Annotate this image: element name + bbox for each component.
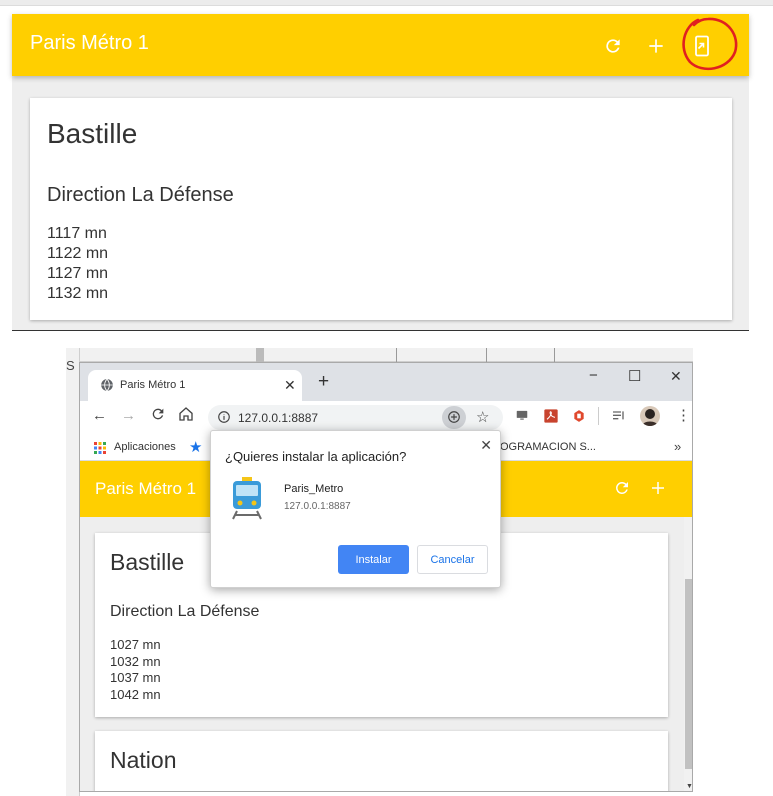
bookmark-apps[interactable]: Aplicaciones bbox=[114, 441, 176, 453]
dialog-question: ¿Quieres instalar la aplicación? bbox=[225, 449, 407, 464]
cancel-button[interactable]: Cancelar bbox=[417, 545, 488, 574]
install-app-button[interactable] bbox=[442, 406, 466, 429]
time-item: 1027 mn bbox=[110, 637, 161, 652]
background-window bbox=[66, 348, 693, 362]
tab-title: Paris Métro 1 bbox=[120, 379, 186, 391]
time-item: 1127 mn bbox=[47, 265, 109, 282]
url-text: 127.0.0.1:8887 bbox=[238, 411, 319, 425]
dialog-app-origin: 127.0.0.1:8887 bbox=[284, 501, 351, 512]
window-close-button[interactable]: ✕ bbox=[670, 368, 682, 385]
time-item: 1037 mn bbox=[110, 670, 161, 685]
extension-icon[interactable] bbox=[572, 408, 586, 429]
station-name: Bastille bbox=[47, 118, 138, 149]
minimize-button[interactable]: − bbox=[589, 367, 598, 384]
bookmark-star-icon[interactable]: ★ bbox=[189, 438, 202, 456]
scroll-down-arrow[interactable]: ▼ bbox=[686, 783, 692, 790]
install-dialog: ¿Quieres instalar la aplicación? ✕ Paris… bbox=[210, 430, 501, 588]
install-button[interactable]: Instalar bbox=[338, 545, 409, 574]
star-icon[interactable]: ☆ bbox=[476, 408, 489, 426]
background-text: S bbox=[66, 358, 75, 373]
browser-tab[interactable]: Paris Métro 1 ✕ bbox=[88, 370, 302, 401]
bookmarks-overflow[interactable]: » bbox=[674, 439, 681, 454]
bookmark-item[interactable]: OGRAMACION S... bbox=[500, 441, 596, 453]
direction-label: Direction La Défense bbox=[110, 603, 260, 620]
divider bbox=[12, 330, 749, 331]
times-list: 1117 mn 1122 mn 1127 mn 1132 mn bbox=[47, 224, 108, 304]
station-card: Nation bbox=[95, 731, 668, 791]
top-app: Paris Métro 1 Bastille Direction La Défe… bbox=[12, 14, 749, 330]
scrollbar-thumb[interactable] bbox=[685, 579, 692, 769]
browser-toolbar: ← → 127.0.0.1:8887 ☆ ⋮ bbox=[80, 401, 692, 433]
info-icon[interactable] bbox=[217, 410, 231, 429]
reload-icon[interactable] bbox=[150, 406, 166, 427]
time-item: 1122 mn bbox=[47, 245, 109, 262]
direction-label: Direction La Défense bbox=[47, 184, 234, 206]
time-item: 1132 mn bbox=[47, 285, 109, 302]
profile-avatar[interactable] bbox=[640, 406, 660, 426]
add-icon[interactable] bbox=[644, 34, 668, 58]
highlight-circle bbox=[682, 17, 738, 71]
app-title: Paris Métro 1 bbox=[95, 479, 197, 498]
forward-icon[interactable]: → bbox=[121, 407, 136, 424]
top-screenshot: Paris Métro 1 Bastille Direction La Défe… bbox=[0, 0, 773, 332]
refresh-icon[interactable] bbox=[601, 34, 625, 58]
train-icon bbox=[231, 477, 263, 526]
refresh-icon[interactable] bbox=[613, 479, 631, 502]
dialog-close-button[interactable]: ✕ bbox=[480, 437, 492, 454]
apps-grid-icon[interactable] bbox=[94, 441, 106, 459]
pdf-icon[interactable] bbox=[543, 408, 559, 429]
tab-close-icon[interactable]: ✕ bbox=[284, 377, 296, 394]
menu-icon[interactable]: ⋮ bbox=[676, 406, 691, 424]
maximize-button[interactable]: ☐ bbox=[628, 367, 641, 385]
scrollbar[interactable]: ▼ bbox=[684, 517, 692, 791]
back-icon[interactable]: ← bbox=[92, 407, 107, 424]
times-list: 1027 mn 1032 mn 1037 mn 1042 mn bbox=[110, 637, 161, 703]
station-name: Bastille bbox=[110, 549, 185, 575]
time-item: 1042 mn bbox=[110, 686, 161, 702]
background-window-edge bbox=[66, 348, 80, 796]
globe-icon bbox=[100, 378, 114, 397]
dialog-app-name: Paris_Metro bbox=[284, 483, 344, 495]
station-name: Nation bbox=[110, 747, 177, 773]
time-item: 1117 mn bbox=[47, 225, 107, 242]
new-tab-button[interactable]: + bbox=[318, 371, 329, 393]
home-icon[interactable] bbox=[178, 406, 194, 427]
add-icon[interactable] bbox=[649, 479, 667, 502]
address-bar[interactable]: 127.0.0.1:8887 ☆ bbox=[208, 405, 503, 430]
playlist-icon[interactable] bbox=[611, 408, 627, 429]
top-strip bbox=[0, 0, 773, 6]
toolbar-divider bbox=[598, 407, 599, 425]
app-header: Paris Métro 1 bbox=[12, 14, 749, 76]
app-title: Paris Métro 1 bbox=[30, 32, 149, 54]
cast-icon[interactable] bbox=[515, 408, 529, 427]
tab-strip: Paris Métro 1 ✕ + − ☐ ✕ bbox=[80, 363, 692, 401]
station-card: Bastille Direction La Défense 1117 mn 11… bbox=[30, 98, 732, 320]
time-item: 1032 mn bbox=[110, 653, 161, 669]
